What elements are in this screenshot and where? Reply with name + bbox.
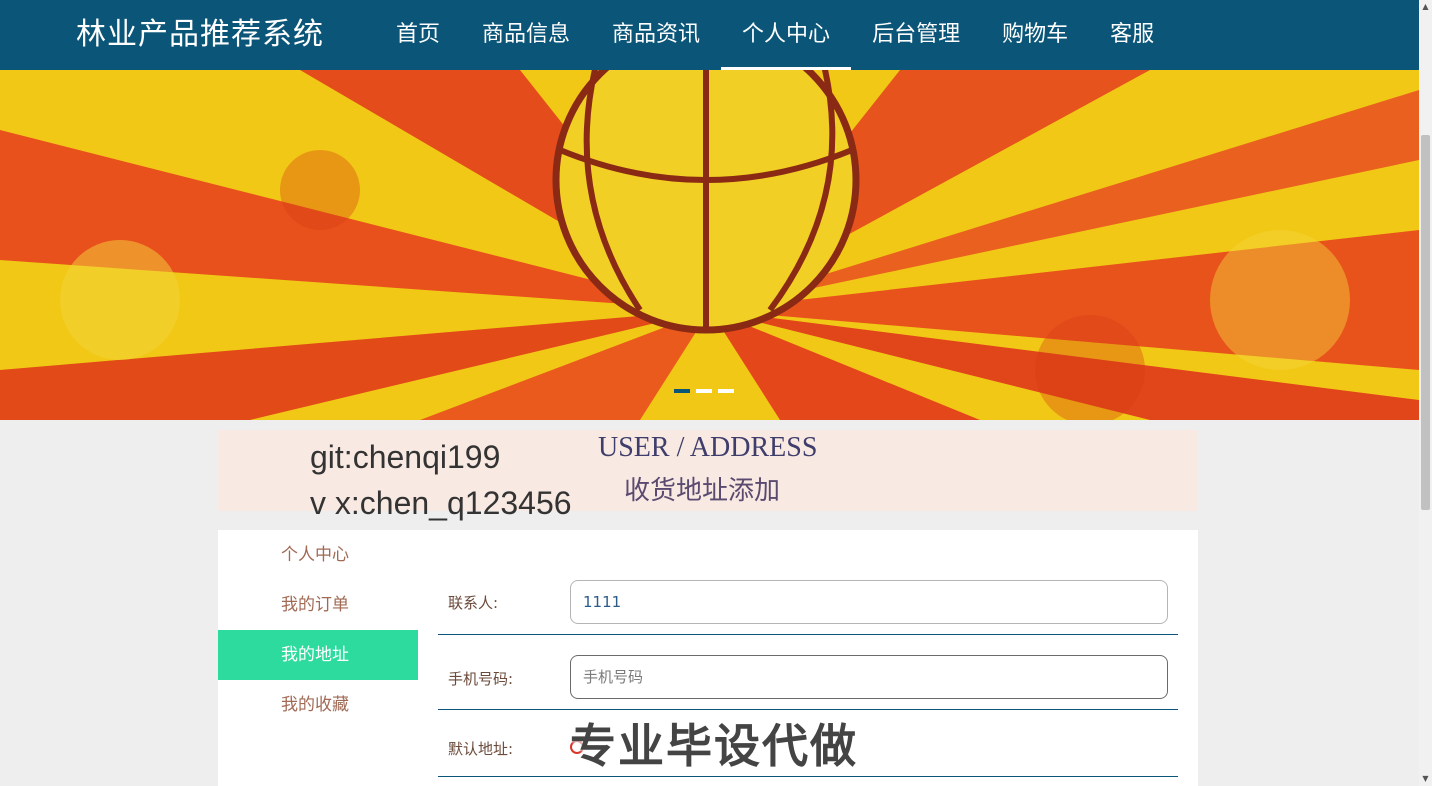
scroll-up-icon[interactable]: ▲ <box>1419 0 1432 14</box>
sidebar-item-favorites[interactable]: 我的收藏 <box>218 680 418 730</box>
nav-cart[interactable]: 购物车 <box>981 0 1089 70</box>
site-brand[interactable]: 林业产品推荐系统 <box>76 16 324 54</box>
scroll-thumb[interactable] <box>1421 135 1430 510</box>
sidebar-item-address[interactable]: 我的地址 <box>218 630 418 680</box>
sidebar-item-orders[interactable]: 我的订单 <box>218 580 418 630</box>
contact-input[interactable] <box>570 580 1168 624</box>
section-title-en: USER / ADDRESS <box>598 432 818 463</box>
nav-home[interactable]: 首页 <box>375 0 461 70</box>
nav-admin[interactable]: 后台管理 <box>851 0 981 70</box>
watermark-text: git:chenqi199 v x:chen_q123456 <box>310 434 572 526</box>
scroll-down-icon[interactable]: ▼ <box>1419 772 1432 786</box>
nav-user-center[interactable]: 个人中心 <box>721 0 852 70</box>
top-navbar: 林业产品推荐系统 首页 商品信息 商品资讯 个人中心 后台管理 购物车 客服 <box>0 0 1419 70</box>
watermark-line: git:chenqi199 <box>310 439 501 475</box>
user-sidebar: 个人中心 我的订单 我的地址 我的收藏 <box>218 530 418 730</box>
default-address-label: 默认地址: <box>448 740 514 758</box>
banner-carousel[interactable] <box>0 70 1419 420</box>
phone-label: 手机号码: <box>448 670 514 688</box>
form-row-contact: 联系人: <box>438 530 1178 635</box>
main-nav: 首页 商品信息 商品资讯 个人中心 后台管理 购物车 客服 <box>375 0 1175 70</box>
carousel-indicators <box>674 389 734 393</box>
nav-products[interactable]: 商品信息 <box>461 0 591 70</box>
phone-input[interactable] <box>570 655 1168 699</box>
page-scrollbar[interactable]: ▲ ▼ <box>1419 0 1432 786</box>
contact-label: 联系人: <box>448 594 499 612</box>
nav-news[interactable]: 商品资讯 <box>591 0 721 70</box>
sidebar-heading: 个人中心 <box>281 545 349 565</box>
form-row-phone: 手机号码: <box>438 635 1178 710</box>
promo-overlay: 专业毕设代做 <box>570 719 858 773</box>
section-title-block: git:chenqi199 v x:chen_q123456 USER / AD… <box>218 430 1198 521</box>
banner-image <box>0 70 1419 420</box>
carousel-dot[interactable] <box>696 389 712 393</box>
carousel-dot[interactable] <box>674 389 690 393</box>
section-title-cn: 收货地址添加 <box>624 476 781 506</box>
carousel-dot[interactable] <box>718 389 734 393</box>
watermark-line: v x:chen_q123456 <box>310 485 572 521</box>
nav-support[interactable]: 客服 <box>1089 0 1175 70</box>
